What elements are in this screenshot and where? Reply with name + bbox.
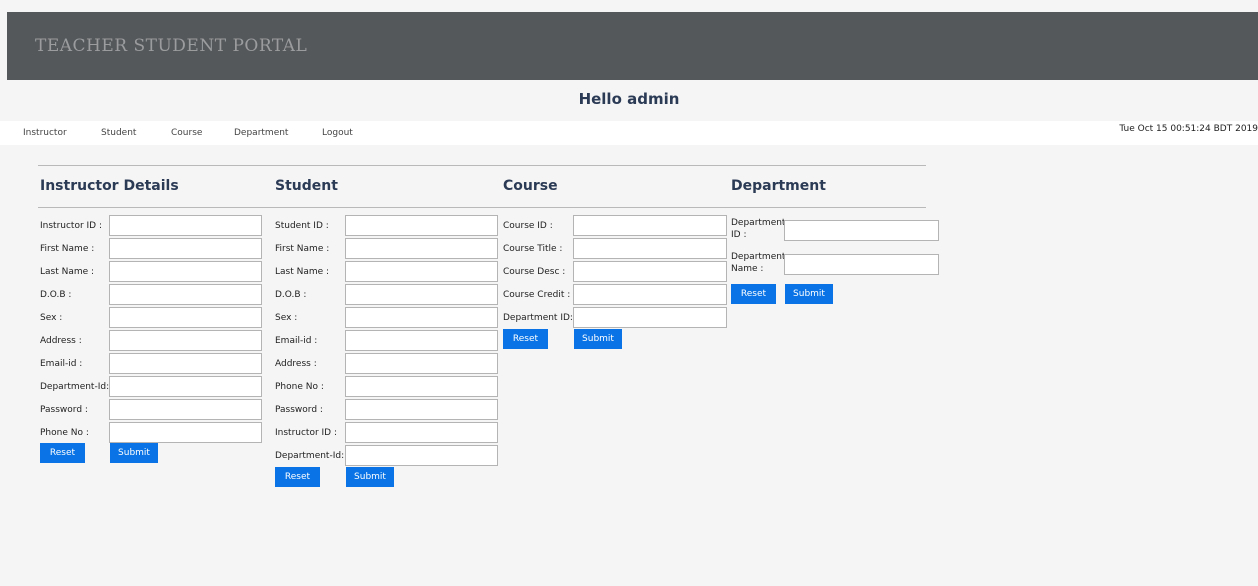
student-id-input[interactable] bbox=[345, 215, 498, 236]
student-email-input[interactable] bbox=[345, 330, 498, 351]
nav-department[interactable]: Department bbox=[234, 128, 288, 138]
password-input[interactable] bbox=[109, 399, 262, 420]
course-section-title: Course bbox=[503, 178, 558, 194]
header-bar: TEACHER STUDENT PORTAL bbox=[7, 12, 1258, 80]
student-department-id-input[interactable] bbox=[345, 445, 498, 466]
course-title-input[interactable] bbox=[573, 238, 727, 259]
student-email-label: Email-id : bbox=[275, 336, 318, 346]
instructor-submit-button[interactable]: Submit bbox=[110, 443, 158, 463]
password-label: Password : bbox=[40, 405, 88, 415]
department-id-label: Department-Id: bbox=[40, 382, 110, 392]
student-address-label: Address : bbox=[275, 359, 317, 369]
department-id-input[interactable] bbox=[109, 376, 262, 397]
dept-id-label-line1: Department bbox=[731, 218, 786, 228]
student-dob-label: D.O.B : bbox=[275, 290, 307, 300]
student-dob-input[interactable] bbox=[345, 284, 498, 305]
heading-divider bbox=[38, 207, 926, 208]
student-phone-input[interactable] bbox=[345, 376, 498, 397]
instructor-reset-button[interactable]: Reset bbox=[40, 443, 85, 463]
student-sex-input[interactable] bbox=[345, 307, 498, 328]
instructor-section-title: Instructor Details bbox=[40, 178, 179, 194]
course-department-id-input[interactable] bbox=[573, 307, 727, 328]
instructor-id-label: Instructor ID : bbox=[40, 221, 103, 231]
dept-name-label-line1: Department bbox=[731, 252, 786, 262]
department-section-title: Department bbox=[731, 178, 826, 194]
student-phone-label: Phone No : bbox=[275, 382, 324, 392]
student-submit-button[interactable]: Submit bbox=[346, 467, 394, 487]
dob-label: D.O.B : bbox=[40, 290, 72, 300]
student-reset-button[interactable]: Reset bbox=[275, 467, 320, 487]
nav-course[interactable]: Course bbox=[171, 128, 202, 138]
dept-name-label-line2: Name : bbox=[731, 264, 764, 274]
dept-name-input[interactable] bbox=[784, 254, 939, 275]
course-id-input[interactable] bbox=[573, 215, 727, 236]
last-name-input[interactable] bbox=[109, 261, 262, 282]
last-name-label: Last Name : bbox=[40, 267, 95, 277]
student-id-label: Student ID : bbox=[275, 221, 329, 231]
top-divider bbox=[38, 165, 926, 166]
student-last-name-label: Last Name : bbox=[275, 267, 330, 277]
student-sex-label: Sex : bbox=[275, 313, 298, 323]
instructor-id-input[interactable] bbox=[109, 215, 262, 236]
address-input[interactable] bbox=[109, 330, 262, 351]
first-name-label: First Name : bbox=[40, 244, 95, 254]
student-instructor-id-input[interactable] bbox=[345, 422, 498, 443]
course-desc-input[interactable] bbox=[573, 261, 727, 282]
phone-label: Phone No : bbox=[40, 428, 89, 438]
nav-logout[interactable]: Logout bbox=[322, 128, 353, 138]
datetime-display: Tue Oct 15 00:51:24 BDT 2019 bbox=[1119, 124, 1258, 134]
sex-input[interactable] bbox=[109, 307, 262, 328]
nav-student[interactable]: Student bbox=[101, 128, 136, 138]
student-first-name-label: First Name : bbox=[275, 244, 330, 254]
course-id-label: Course ID : bbox=[503, 221, 553, 231]
student-first-name-input[interactable] bbox=[345, 238, 498, 259]
student-password-input[interactable] bbox=[345, 399, 498, 420]
address-label: Address : bbox=[40, 336, 82, 346]
course-submit-button[interactable]: Submit bbox=[574, 329, 622, 349]
greeting: Hello admin bbox=[578, 90, 680, 108]
nav-bar: Instructor Student Course Department Log… bbox=[0, 121, 1258, 145]
student-instructor-id-label: Instructor ID : bbox=[275, 428, 338, 438]
student-last-name-input[interactable] bbox=[345, 261, 498, 282]
email-input[interactable] bbox=[109, 353, 262, 374]
student-address-input[interactable] bbox=[345, 353, 498, 374]
email-label: Email-id : bbox=[40, 359, 83, 369]
course-reset-button[interactable]: Reset bbox=[503, 329, 548, 349]
student-section-title: Student bbox=[275, 178, 338, 194]
dept-id-label-line2: ID : bbox=[731, 230, 747, 240]
dob-input[interactable] bbox=[109, 284, 262, 305]
department-reset-button[interactable]: Reset bbox=[731, 284, 776, 304]
nav-instructor[interactable]: Instructor bbox=[23, 128, 67, 138]
course-credit-input[interactable] bbox=[573, 284, 727, 305]
course-department-id-label: Department ID: bbox=[503, 313, 573, 323]
department-submit-button[interactable]: Submit bbox=[785, 284, 833, 304]
phone-input[interactable] bbox=[109, 422, 262, 443]
course-desc-label: Course Desc : bbox=[503, 267, 566, 277]
student-password-label: Password : bbox=[275, 405, 323, 415]
student-department-id-label: Department-Id: bbox=[275, 451, 345, 461]
course-title-label: Course Title : bbox=[503, 244, 563, 254]
dept-id-input[interactable] bbox=[784, 220, 939, 241]
app-title: TEACHER STUDENT PORTAL bbox=[35, 36, 308, 56]
course-credit-label: Course Credit : bbox=[503, 290, 571, 300]
sex-label: Sex : bbox=[40, 313, 63, 323]
first-name-input[interactable] bbox=[109, 238, 262, 259]
